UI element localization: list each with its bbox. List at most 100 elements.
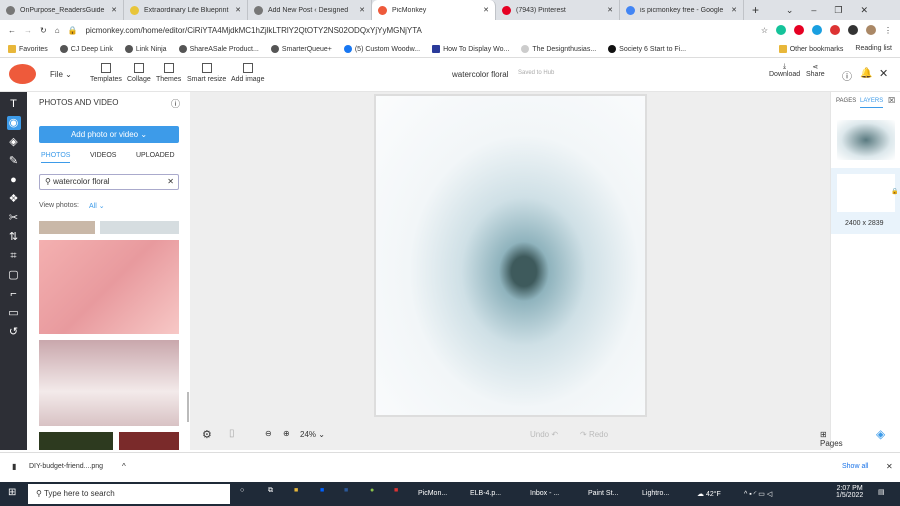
crop-tool-icon[interactable]: ⌐ [7,287,21,301]
chevron-up-icon[interactable]: ^ [122,462,126,471]
canvas-image[interactable] [374,94,647,417]
photo-thumbnail[interactable] [39,240,179,334]
tab-uploaded[interactable]: UPLOADED [136,152,175,159]
photo-thumbnail[interactable] [119,432,179,450]
task-view-icon[interactable]: ⧉ [268,487,273,495]
taskbar-app-edge[interactable]: ELB-4.p... [470,490,501,497]
url-field[interactable]: picmonkey.com/home/editor/CiRiYTA4MjdkMC… [86,26,753,35]
cortana-icon[interactable]: ○ [240,487,244,494]
close-icon[interactable]: ✕ [879,67,888,80]
browser-tab[interactable]: is picmonkey free - Google ✕ [620,0,744,20]
back-icon[interactable]: ← [8,26,16,35]
tool-icon[interactable]: ⌗ [7,249,21,263]
close-tab-icon[interactable]: ✕ [359,6,365,14]
reading-list[interactable]: Reading list [855,45,892,52]
bookmark[interactable]: Link Ninja [124,44,167,53]
home-icon[interactable]: ⌂ [55,26,60,35]
weather-widget[interactable]: ☁ 42°F [697,490,721,498]
bookmark[interactable]: (5) Custom Woodw... [343,44,420,53]
bookmark[interactable]: CJ Deep Link [59,44,113,53]
graphics-tool-icon[interactable]: ◈ [7,135,21,149]
close-tab-icon[interactable]: ✕ [731,6,737,14]
download-item[interactable]: DIY-budget-friend....png [29,463,103,470]
history-tool-icon[interactable]: ↺ [7,325,21,339]
zoom-select[interactable]: 24% ⌄ [300,430,325,439]
panel-scrollbar[interactable] [187,392,189,422]
tab-pages[interactable]: PAGES [836,98,856,104]
circle-tool-icon[interactable]: ● [7,173,21,187]
comment-tool-icon[interactable]: ▭ [7,306,21,320]
picmonkey-logo[interactable] [9,64,36,84]
info-icon[interactable]: ⓘ [171,97,180,110]
photo-thumbnail[interactable] [39,432,113,450]
new-tab-icon[interactable]: + [752,3,759,17]
help-icon[interactable]: ⓘ [842,68,852,83]
zoom-out-icon[interactable]: ⊖ [265,429,272,438]
layers-icon[interactable]: ◈ [876,427,885,441]
browser-tab-active[interactable]: PicMonkey ✕ [372,0,496,20]
taskbar-app-outlook[interactable]: Inbox - ... [530,490,559,497]
taskbar-app-excel[interactable]: Paint St... [588,490,618,497]
close-tab-icon[interactable]: ✕ [607,6,613,14]
tab-videos[interactable]: VIDEOS [90,152,116,159]
add-image-button[interactable]: Add image [231,63,264,83]
browser-tab[interactable]: Add New Post ‹ Designed ✕ [248,0,372,20]
effects-tool-icon[interactable]: ❖ [7,192,21,206]
app-icon[interactable]: ● [370,487,374,494]
layer-thumbnail-image[interactable] [837,120,895,160]
taskbar-search[interactable]: ⚲ Type here to search [28,484,230,504]
window-controls[interactable]: ⌄–❐✕ [786,5,886,16]
extension-icon[interactable] [812,25,822,35]
tab-photos[interactable]: PHOTOS [41,152,71,163]
frame-tool-icon[interactable]: ▢ [7,268,21,282]
document-title[interactable]: watercolor floral [452,70,508,79]
close-tab-icon[interactable]: ✕ [235,6,241,14]
layer-background[interactable]: 🔒 2400 x 2839 [831,168,900,234]
search-input[interactable]: ⚲ watercolor floral ✕ [39,174,179,190]
bookmark-favorites[interactable]: Favorites [8,44,48,53]
photo-thumbnail[interactable] [100,221,179,234]
close-tab-icon[interactable]: ✕ [483,6,489,14]
grammarly-icon[interactable] [776,25,786,35]
photo-thumbnail[interactable] [39,340,179,426]
smart-resize-button[interactable]: Smart resize [187,63,226,83]
browser-tab[interactable]: (7943) Pinterest ✕ [496,0,620,20]
close-tab-icon[interactable]: ✕ [111,6,117,14]
themes-button[interactable]: Themes [156,63,181,83]
pages-button[interactable]: ⊞ Pages [820,430,843,448]
forward-icon[interactable]: → [24,26,32,35]
taskbar-app-picmonkey[interactable]: PicMon... [418,490,447,497]
taskbar-app-lightroom[interactable]: Lightro... [642,490,669,497]
menu-icon[interactable]: ⋮ [884,26,892,35]
share-button[interactable]: ⋖ Share [806,63,825,78]
photo-tool-icon[interactable]: ◉ [6,116,21,130]
word-icon[interactable]: ■ [344,487,348,494]
dropbox-icon[interactable]: ■ [320,487,324,494]
app-icon[interactable]: ■ [394,487,398,494]
extension-icon[interactable] [848,25,858,35]
other-bookmarks[interactable]: Other bookmarks [778,44,843,53]
undo-button[interactable]: Undo ↶ [530,430,558,439]
show-all-button[interactable]: Show all [842,463,868,470]
view-photos-select[interactable]: All ⌄ [89,202,105,210]
collage-button[interactable]: Collage [127,63,151,83]
text-tool-icon[interactable]: T [7,97,21,111]
close-download-bar-icon[interactable]: ✕ [886,462,893,471]
add-photo-button[interactable]: Add photo or video ⌄ [39,126,179,143]
star-icon[interactable]: ☆ [761,26,768,35]
notifications-icon[interactable]: ▤ [878,488,885,496]
profile-avatar[interactable] [866,25,876,35]
bookmark[interactable]: How To Display Wo... [432,44,509,53]
download-button[interactable]: ⤓ Download [769,63,800,78]
tool-icon[interactable]: ✂ [7,211,21,225]
tool-icon[interactable]: ⇅ [7,230,21,244]
pinterest-extension-icon[interactable] [794,25,804,35]
close-panel-icon[interactable]: ☒ [888,96,895,105]
bookmark[interactable]: The Designthusias... [521,44,596,53]
save-status[interactable]: Saved to Hub [518,70,554,76]
browser-tab[interactable]: OnPurpose_ReadersGuide ✕ [0,0,124,20]
windows-start-icon[interactable]: ⊞ [8,487,16,498]
reload-icon[interactable]: ↻ [40,26,47,35]
tab-layers[interactable]: LAYERS [860,98,884,108]
extension-icon[interactable] [830,25,840,35]
